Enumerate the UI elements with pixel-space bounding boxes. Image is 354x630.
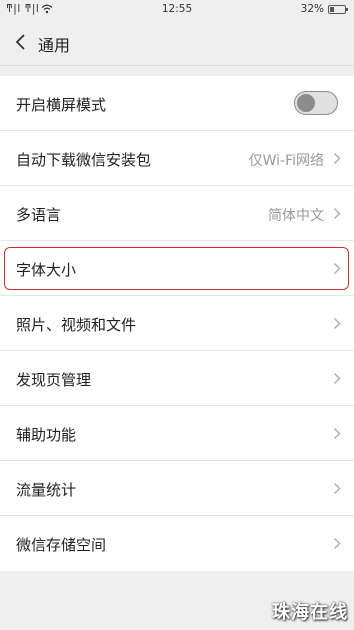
- settings-row-language[interactable]: 多语言 简体中文: [0, 186, 354, 241]
- watermark: 珠海在线: [272, 602, 348, 623]
- row-value: 仅Wi-Fi网络: [248, 153, 324, 169]
- page-title: 通用: [38, 36, 71, 55]
- row-label: 微信存储空间: [16, 536, 107, 554]
- row-label: 发现页管理: [16, 371, 92, 389]
- row-label: 开启横屏模式: [16, 96, 107, 114]
- settings-row-font-size[interactable]: 字体大小: [0, 241, 354, 296]
- chevron-right-icon: [333, 482, 341, 495]
- row-label: 多语言: [16, 206, 62, 224]
- settings-row-accessibility[interactable]: 辅助功能: [0, 406, 354, 461]
- chevron-right-icon: [333, 372, 341, 385]
- settings-list: 开启横屏模式自动下载微信安装包 仅Wi-Fi网络多语言 简体中文字体大小照片、视频和…: [0, 76, 354, 571]
- battery-fill: [330, 6, 335, 12]
- chevron-right-icon: [333, 262, 341, 275]
- landscape-toggle[interactable]: [294, 91, 338, 115]
- row-label: 照片、视频和文件: [16, 316, 137, 334]
- row-label: 流量统计: [16, 481, 77, 499]
- nav-bar: 通用: [0, 20, 354, 66]
- chevron-right-icon: [333, 207, 341, 220]
- settings-row-discover-manage[interactable]: 发现页管理: [0, 351, 354, 406]
- row-value: 简体中文: [268, 208, 324, 224]
- row-label: 自动下载微信安装包: [16, 151, 152, 169]
- toggle-knob: [297, 93, 315, 112]
- chevron-right-icon: [333, 152, 341, 165]
- settings-row-auto-download[interactable]: 自动下载微信安装包 仅Wi-Fi网络: [0, 131, 354, 186]
- settings-row-landscape-mode[interactable]: 开启横屏模式: [0, 76, 354, 131]
- battery-percent: 32%: [300, 3, 324, 15]
- chevron-right-icon: [333, 427, 341, 440]
- settings-row-data-usage[interactable]: 流量统计: [0, 461, 354, 516]
- battery-icon: [328, 4, 348, 14]
- row-label: 辅助功能: [16, 426, 77, 444]
- settings-row-storage[interactable]: 微信存储空间: [0, 516, 354, 571]
- battery-status: 32%: [300, 3, 348, 15]
- chevron-left-icon[interactable]: [12, 33, 30, 51]
- chevron-right-icon: [333, 537, 341, 550]
- settings-row-photos-videos-files[interactable]: 照片、视频和文件: [0, 296, 354, 351]
- chevron-right-icon: [333, 317, 341, 330]
- row-label: 字体大小: [16, 261, 77, 279]
- status-bar: ͳ|l ͳ|l 12:55 32%: [0, 0, 354, 20]
